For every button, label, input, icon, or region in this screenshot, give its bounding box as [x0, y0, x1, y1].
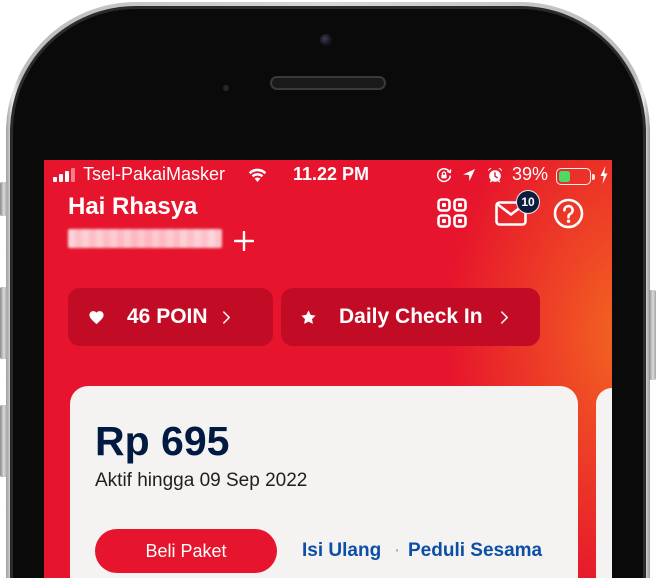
- app-screen: Tsel-PakaiMasker 11.22 PM 39% Hai Rhasya…: [44, 160, 612, 578]
- chevron-right-icon: [222, 311, 231, 324]
- battery-outline: [556, 168, 591, 185]
- proximity-sensor: [223, 85, 229, 91]
- star-icon: [301, 310, 316, 324]
- wifi-icon: [248, 168, 267, 182]
- side-button-volume-down: [0, 405, 7, 477]
- battery-nub: [592, 173, 595, 180]
- battery-fill: [559, 171, 571, 182]
- greeting: Hai Rhasya: [68, 193, 198, 220]
- add-number-button[interactable]: [233, 230, 255, 252]
- top-up-link[interactable]: Isi Ulang: [302, 540, 381, 562]
- location-icon: [463, 169, 475, 181]
- qr-code-icon: [437, 198, 467, 228]
- chevron-right-icon: [500, 311, 509, 324]
- speaker-grille: [270, 76, 386, 90]
- help-icon: [553, 198, 584, 229]
- charging-icon: [600, 166, 608, 184]
- daily-check-in-label: Daily Check In: [339, 305, 483, 328]
- daily-check-in-button[interactable]: Daily Check In: [281, 288, 540, 346]
- side-button-power: [649, 290, 656, 380]
- side-button-mute: [0, 182, 7, 216]
- buy-package-button[interactable]: Beli Paket: [95, 529, 277, 573]
- balance-amount: Rp 695: [95, 418, 230, 464]
- front-camera: [320, 34, 332, 46]
- status-time: 11.22 PM: [293, 164, 370, 184]
- plus-icon: [233, 230, 255, 252]
- points-button[interactable]: 46 POIN: [68, 288, 273, 346]
- inbox-count-badge: 10: [516, 190, 540, 214]
- link-separator: ·: [394, 540, 401, 561]
- orientation-lock-icon: [437, 168, 452, 183]
- side-button-volume-up: [0, 287, 7, 359]
- points-label: 46 POIN: [127, 305, 208, 328]
- active-until: Aktif hingga 09 Sep 2022: [95, 470, 308, 491]
- balance-card: Rp 695 Aktif hingga 09 Sep 2022 Beli Pak…: [70, 386, 578, 578]
- alarm-icon: [487, 168, 503, 183]
- help-button[interactable]: [553, 198, 584, 229]
- next-card-peek[interactable]: [596, 388, 612, 578]
- battery-percentage: 39%: [512, 164, 549, 184]
- carrier-name: Tsel-PakaiMasker: [83, 164, 226, 184]
- status-bar: Tsel-PakaiMasker 11.22 PM 39%: [44, 160, 612, 190]
- phone-number-blurred: [68, 229, 222, 248]
- heart-icon: [89, 311, 104, 325]
- qr-button[interactable]: [437, 198, 467, 228]
- battery-icon: [556, 168, 595, 185]
- signal-icon: [53, 168, 75, 182]
- phone-mockup: Tsel-PakaiMasker 11.22 PM 39% Hai Rhasya…: [0, 0, 656, 578]
- donate-link[interactable]: Peduli Sesama: [408, 540, 542, 562]
